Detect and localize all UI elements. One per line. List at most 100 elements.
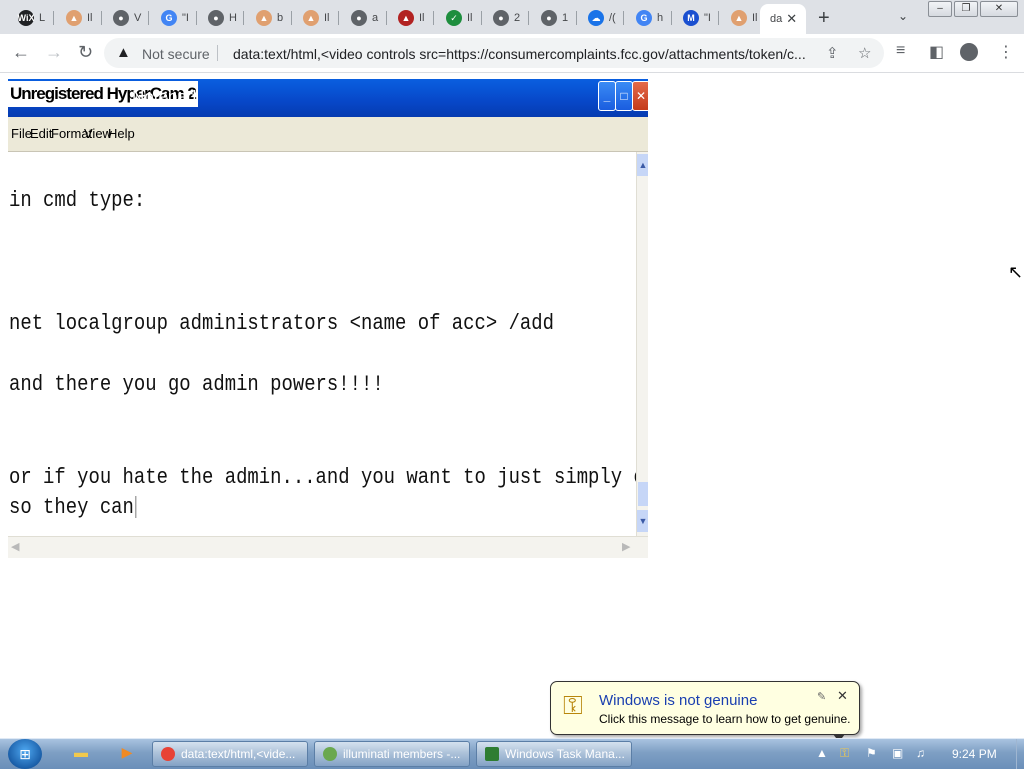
show-desktop-button[interactable] [1016,739,1024,769]
browser-tab[interactable]: M "I [673,6,719,30]
taskbar-label: data:text/html,<vide... [181,747,296,761]
notepad-text-area: in cmd type: net localgroup administrato… [8,152,648,536]
start-button[interactable]: ⊞ [8,739,42,769]
mouse-cursor-icon: ↖ [1008,262,1024,282]
volume-icon[interactable]: ♫ [916,746,925,760]
tab-title: da [770,13,783,25]
notification-message[interactable]: Click this message to learn how to get g… [599,712,850,726]
tab-title: 1 [562,12,569,24]
tab-favicon-icon: ● [351,10,367,26]
browser-tab[interactable]: ▲ Il [56,6,102,30]
minimize-button[interactable]: – [928,1,952,17]
tab-favicon-icon: ▲ [66,10,82,26]
keys-icon: ⚿ [563,690,583,720]
tab-favicon-icon: ▲ [256,10,272,26]
reload-icon[interactable]: ↻ [78,42,93,63]
url-text[interactable]: data:text/html,<video controls src=https… [233,46,823,62]
browser-tab[interactable]: ● 2 [483,6,529,30]
bookmark-star-icon[interactable]: ☆ [858,44,871,62]
tab-active[interactable]: da ✕ [760,4,806,34]
notification-title[interactable]: Windows is not genuine [599,692,757,709]
close-tab-icon[interactable]: ✕ [786,11,797,27]
task-manager-icon [485,747,499,761]
vertical-scrollbar: ▲ ▼ [636,152,648,536]
menu-file: File [11,126,32,141]
address-bar[interactable]: ▲ Not secure data:text/html,<video contr… [104,38,884,68]
tab-title: h [657,12,664,24]
action-center-icon[interactable]: ⚑ [866,746,877,760]
tab-title: H [229,12,237,24]
browser-tab[interactable]: Gh [626,6,672,30]
forward-icon[interactable]: → [45,42,63,63]
media-player-icon[interactable]: ▶ [116,744,138,764]
window-title: Notepad [132,87,197,106]
scroll-up-icon: ▲ [637,154,648,176]
browser-tab[interactable]: ☁ /( [578,6,624,30]
notepad-titlebar: Unregistered HyperCam 2 Notepad _ □ ✕ [8,79,648,117]
text-line-content: so they can [9,495,134,520]
text-line: and there you go admin powers!!!! [9,372,384,397]
taskbar-label: Windows Task Mana... [505,747,625,761]
menu-edit: Edit [30,126,53,141]
tab-favicon-icon: ▲ [731,10,747,26]
menu-icon[interactable]: ⋮ [998,42,1014,62]
show-hidden-icons[interactable]: ▲ [816,746,828,760]
video-player[interactable]: Unregistered HyperCam 2 Notepad _ □ ✕ Fi… [8,79,648,558]
taskbar-button[interactable]: illuminati members -... [314,741,470,767]
browser-tab[interactable]: ● V [103,6,149,30]
tab-favicon-icon: ▲ [398,10,414,26]
tab-title: Il [87,12,93,24]
close-window-button[interactable]: ✕ [980,1,1018,17]
browser-tab[interactable]: ▲ Il [293,6,339,30]
browser-tab[interactable]: WiX L [8,6,54,30]
side-panel-icon[interactable]: ◧ [929,42,944,62]
tab-title: L [39,12,46,24]
browser-tab[interactable]: ● 1 [531,6,577,30]
tab-title: a [372,12,379,24]
maximize-button[interactable]: ❐ [954,1,978,17]
taskbar-button[interactable]: data:text/html,<vide... [152,741,308,767]
profile-avatar[interactable] [960,43,978,61]
tab-search-icon[interactable]: ⌄ [898,9,908,23]
browser-tab[interactable]: ● H [198,6,244,30]
text-line: net localgroup administrators <name of a… [9,311,554,336]
maximize-icon: □ [615,81,633,111]
network-icon[interactable]: ▣ [892,746,903,760]
minimize-icon: _ [598,81,616,111]
tab-title: Il [467,12,473,24]
options-icon[interactable]: ✎ [817,690,826,703]
taskbar-button[interactable]: Windows Task Mana... [476,741,632,767]
media-controls-icon[interactable]: ≡ [896,42,905,60]
browser-icon [323,747,337,761]
browser-tab[interactable]: ▲ b [246,6,292,30]
browser-tab[interactable]: ● a [341,6,387,30]
tab-title: 2 [514,12,521,24]
genuine-notification[interactable]: ⚿ Windows is not genuine Click this mess… [550,681,860,742]
new-tab-button[interactable]: + [818,7,830,30]
scroll-thumb [638,482,648,506]
security-status[interactable]: Not secure [142,46,210,62]
text-caret [135,496,137,519]
horizontal-scrollbar: ◀ ▶ [8,536,648,558]
browser-tab[interactable]: ✓ Il [436,6,482,30]
tab-favicon-icon: ● [208,10,224,26]
share-icon[interactable]: ⇪ [826,44,839,62]
tab-favicon-icon: ✓ [446,10,462,26]
tab-favicon-icon: ● [493,10,509,26]
browser-tab[interactable]: ▲ Il [388,6,434,30]
tab-title: V [134,12,142,24]
clock[interactable]: 9:24 PM [952,747,997,761]
browser-tab[interactable]: G "I [151,6,197,30]
warning-icon[interactable]: ▲ [116,44,131,61]
explorer-icon[interactable]: ▬ [70,744,92,764]
back-icon[interactable]: ← [12,42,30,63]
tab-favicon-icon: G [636,10,652,26]
text-line-last: so they can [9,495,137,520]
close-notification-icon[interactable]: ✕ [837,688,848,704]
tab-title: /( [609,12,616,24]
divider [217,45,218,61]
tab-favicon-icon: ▲ [303,10,319,26]
keys-tray-icon[interactable]: ⚿ [840,746,849,761]
notepad-menubar: File Edit Format View Help [8,117,648,152]
tab-favicon-icon: ● [541,10,557,26]
